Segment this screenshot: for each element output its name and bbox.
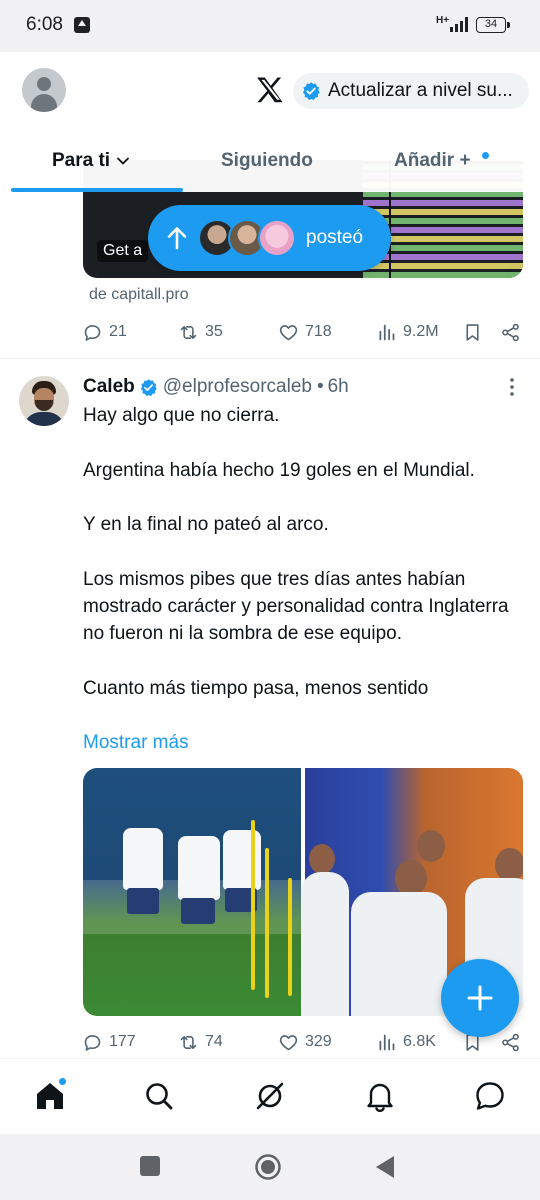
- profile-avatar[interactable]: [22, 68, 66, 112]
- tab-add[interactable]: Añadir +: [394, 150, 471, 172]
- nav-search[interactable]: [142, 1079, 176, 1113]
- nav-grok[interactable]: [253, 1079, 287, 1113]
- tweet-actions: 177 74 329 6.8K: [0, 1027, 540, 1057]
- repost-button[interactable]: 35: [178, 317, 223, 347]
- views-icon: [379, 324, 395, 340]
- tab-for-you-label: Para ti: [52, 150, 111, 171]
- reply-icon: [84, 1034, 101, 1051]
- compose-post-button[interactable]: [441, 959, 519, 1037]
- new-posts-button[interactable]: posteó: [148, 205, 391, 271]
- tab-following[interactable]: Siguiendo: [221, 150, 313, 172]
- author-handle[interactable]: @elprofesorcaleb: [163, 376, 312, 398]
- share-icon: [502, 1033, 519, 1051]
- author-name[interactable]: Caleb: [83, 376, 135, 398]
- active-tab-indicator: [11, 188, 183, 192]
- meta-separator: •: [316, 376, 324, 397]
- reply-button[interactable]: 21: [82, 317, 127, 347]
- notifications-icon: [367, 1083, 393, 1112]
- reply-count: 177: [109, 1033, 136, 1050]
- like-button[interactable]: 329: [278, 1027, 332, 1057]
- status-bar: 6:08 H+ 34: [0, 0, 540, 52]
- like-count: 718: [305, 323, 332, 340]
- back-triangle-icon[interactable]: [374, 1154, 396, 1180]
- recent-apps-icon[interactable]: [139, 1155, 161, 1177]
- repost-icon: [180, 325, 197, 339]
- share-icon: [502, 323, 519, 341]
- repost-icon: [180, 1035, 197, 1049]
- views-icon: [379, 1034, 395, 1050]
- grok-icon: [256, 1082, 284, 1110]
- nav-messages[interactable]: [473, 1079, 507, 1113]
- search-icon: [146, 1083, 173, 1110]
- home-circle-icon[interactable]: [254, 1153, 282, 1181]
- poster-avatar: [258, 219, 296, 257]
- prev-tweet-actions: 21 35 718 9.2M: [0, 317, 540, 347]
- share-button[interactable]: [500, 1027, 521, 1057]
- tweet-paragraph: Los mismos pibes que tres días antes hab…: [83, 568, 509, 645]
- media-photo-training[interactable]: [83, 768, 301, 1016]
- chevron-down-icon: [117, 157, 129, 165]
- tweet-time: 6h: [327, 376, 349, 397]
- status-time: 6:08: [26, 14, 63, 35]
- link-card-text: Get a: [97, 240, 149, 262]
- view-count: 9.2M: [403, 323, 439, 340]
- tweet-paragraph: Cuanto más tiempo pasa, menos sentido: [83, 677, 429, 699]
- show-more-link[interactable]: Mostrar más: [83, 732, 189, 754]
- repost-button[interactable]: 74: [178, 1027, 223, 1057]
- repost-count: 35: [205, 323, 223, 340]
- reply-icon: [84, 324, 101, 341]
- reply-count: 21: [109, 323, 127, 340]
- share-button[interactable]: [500, 317, 521, 347]
- more-options-icon[interactable]: [502, 376, 522, 398]
- views-button[interactable]: 6.8K: [376, 1027, 436, 1057]
- upgrade-label: Actualizar a nivel su...: [328, 80, 513, 101]
- bottom-navigation: [0, 1058, 540, 1134]
- like-count: 329: [305, 1033, 332, 1050]
- tweet-paragraph: Argentina había hecho 19 goles en el Mun…: [83, 459, 475, 481]
- link-source[interactable]: de capitall.pro: [89, 286, 189, 304]
- heart-icon: [279, 324, 298, 340]
- tab-add-label: Añadir +: [394, 150, 471, 171]
- verified-badge-icon: [140, 378, 157, 396]
- home-notification-dot: [58, 1077, 67, 1086]
- tweet-text[interactable]: Hay algo que no cierra. Argentina había …: [83, 402, 523, 702]
- view-count: 6.8K: [403, 1033, 436, 1050]
- heart-icon: [279, 1034, 298, 1050]
- tweet-header: Caleb @elprofesorcaleb • 6h: [83, 375, 349, 399]
- x-logo-icon: [257, 77, 283, 103]
- nav-notifications[interactable]: [363, 1079, 397, 1113]
- top-header: Actualizar a nivel su... Para ti Siguien…: [0, 52, 540, 192]
- battery-icon: 34: [476, 17, 510, 33]
- tweet-paragraph: Hay algo que no cierra.: [83, 405, 280, 426]
- bookmark-button[interactable]: [462, 317, 483, 347]
- reply-button[interactable]: 177: [82, 1027, 136, 1057]
- arrow-up-icon: [167, 227, 187, 250]
- system-navigation-bar: [0, 1134, 540, 1200]
- timeline-tabs: Para ti Siguiendo Añadir +: [0, 138, 540, 192]
- messages-icon: [476, 1082, 504, 1110]
- bookmark-icon: [466, 323, 479, 341]
- new-indicator-dot: [482, 152, 489, 159]
- like-button[interactable]: 718: [278, 317, 332, 347]
- notification-arrow-icon: [74, 17, 90, 33]
- tweet-paragraph: Y en la final no pateó al arco.: [83, 514, 329, 536]
- tab-for-you[interactable]: Para ti: [52, 150, 130, 172]
- author-avatar[interactable]: [19, 376, 69, 426]
- repost-count: 74: [205, 1033, 223, 1050]
- new-posts-label: posteó: [306, 227, 364, 248]
- tweet-divider: [0, 358, 540, 359]
- signal-icon: [450, 17, 468, 32]
- upgrade-button[interactable]: Actualizar a nivel su...: [293, 73, 529, 109]
- views-button[interactable]: 9.2M: [376, 317, 439, 347]
- plus-icon: [467, 985, 493, 1011]
- tab-following-label: Siguiendo: [221, 150, 313, 171]
- verified-badge-icon: [302, 82, 320, 100]
